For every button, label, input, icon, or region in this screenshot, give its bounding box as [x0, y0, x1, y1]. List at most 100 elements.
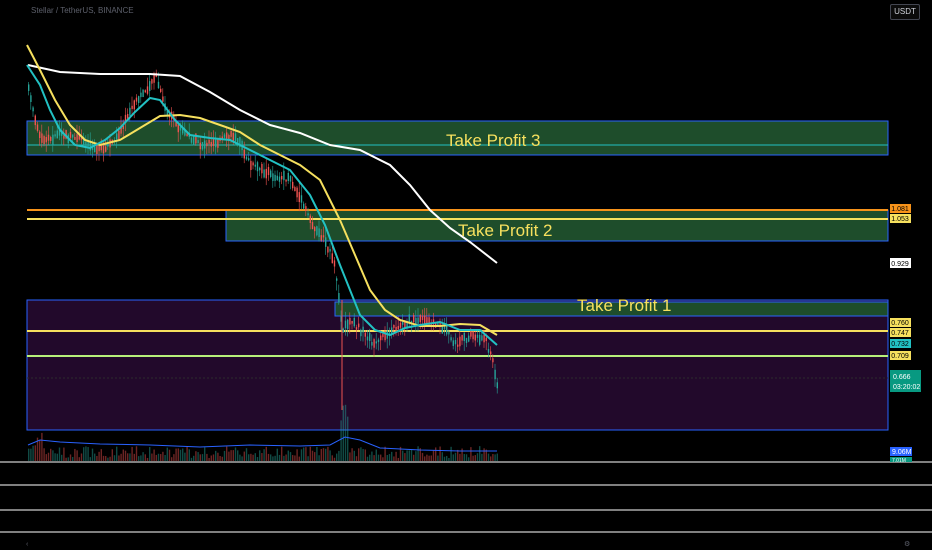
candle-body	[382, 333, 384, 338]
candle-body	[311, 222, 314, 230]
volume-bar	[296, 449, 298, 461]
volume-bar	[72, 456, 74, 461]
volume-bar	[311, 450, 314, 461]
volume-bar	[105, 456, 107, 461]
volume-bar	[69, 454, 72, 461]
volume-bar	[56, 453, 58, 461]
candle-body	[265, 168, 267, 179]
candle-body	[278, 176, 281, 182]
volume-bar	[457, 449, 459, 461]
volume-bar	[138, 456, 140, 461]
candle-body	[162, 96, 164, 102]
time-axis-settings-icon[interactable]: ⚙	[904, 540, 910, 548]
candle-body	[177, 124, 179, 133]
volume-bar	[193, 455, 195, 461]
volume-bar	[395, 451, 397, 461]
candle-body	[144, 90, 146, 93]
volume-bar	[61, 454, 63, 461]
volume-label-blue: 9.06M	[892, 449, 912, 456]
candle-body	[285, 179, 287, 182]
volume-bar	[241, 456, 243, 461]
volume-bar	[184, 452, 186, 461]
volume-bar	[96, 455, 98, 461]
candle-body	[74, 136, 76, 140]
candle-body	[105, 146, 107, 152]
candle-body	[149, 81, 151, 92]
candle-body	[41, 133, 43, 143]
candle-body	[373, 339, 375, 348]
volume-bar	[325, 448, 327, 461]
volume-bar	[116, 446, 118, 461]
symbol-title[interactable]: Stellar / TetherUS, BINANCE	[31, 6, 134, 15]
entry-purple-zone[interactable]	[26, 299, 889, 431]
candle-body	[199, 142, 201, 150]
volume-bar	[274, 455, 276, 461]
volume-bar	[234, 447, 237, 461]
volume-bar	[212, 454, 215, 461]
candle-body	[215, 139, 217, 148]
price-chart[interactable]: Take Profit 3 Take Profit 2 Take Profit …	[0, 0, 932, 550]
candle-body	[474, 334, 476, 341]
volume-bar	[164, 454, 166, 461]
candle-body	[270, 170, 272, 178]
candle-body	[47, 134, 50, 141]
price-label-ma-yellow: 0.760	[891, 320, 909, 327]
candle-body	[459, 336, 461, 347]
volume-bar	[494, 454, 496, 461]
volume-bar	[452, 454, 454, 461]
candle-body	[129, 107, 131, 116]
volume-bar	[421, 452, 424, 461]
volume-bar	[333, 457, 336, 461]
candle-body	[468, 335, 470, 342]
volume-bar	[263, 449, 265, 461]
price-axis[interactable]: 1.081 1.053 0.929 0.760 0.747 0.732 0.70…	[890, 204, 921, 464]
volume-bar	[223, 450, 226, 461]
volume-bar	[149, 447, 151, 461]
candle-body	[355, 327, 358, 330]
volume-bar	[100, 449, 102, 461]
volume-bar	[336, 453, 338, 461]
volume-bar	[347, 416, 349, 461]
candle-body	[234, 133, 237, 142]
candle-body	[426, 317, 428, 324]
time-axis[interactable]: ‹ ⚙	[26, 540, 910, 548]
candle-body	[336, 278, 338, 281]
volume-bar	[340, 420, 342, 461]
volume-bar	[426, 454, 428, 461]
volume-bar	[327, 446, 329, 461]
volume-bar	[47, 452, 50, 461]
volume-bar	[408, 450, 410, 461]
candle-body	[366, 336, 369, 341]
volume-bar	[39, 440, 41, 461]
volume-bar	[369, 454, 371, 461]
volume-bar	[338, 450, 340, 461]
moving-average-yellow	[26, 44, 498, 336]
volume-bar	[179, 449, 182, 461]
volume-bar	[102, 455, 105, 461]
volume-bar	[45, 454, 47, 461]
currency-badge[interactable]: USDT	[890, 4, 920, 20]
candle-body	[318, 228, 320, 237]
take-profit-3-label: Take Profit 3	[446, 131, 541, 150]
volume-bar	[232, 450, 234, 461]
volume-bar	[479, 446, 481, 461]
volume-bar	[50, 448, 52, 461]
candle-body	[232, 132, 234, 142]
volume-bar	[166, 447, 168, 461]
volume-bar	[435, 447, 437, 461]
volume-bar	[384, 446, 386, 461]
candle-body	[492, 358, 494, 363]
candle-body	[327, 246, 329, 253]
volume-bar	[219, 456, 221, 461]
candle-body	[448, 331, 450, 335]
candle-body	[494, 369, 496, 380]
candle-body	[283, 170, 285, 181]
volume-bar	[254, 453, 256, 461]
volume-bar	[76, 450, 78, 461]
volume-bar	[428, 455, 430, 461]
candle-body	[263, 169, 265, 178]
candle-body	[424, 315, 426, 325]
candle-body	[413, 315, 415, 323]
time-axis-scroll-left-icon[interactable]: ‹	[26, 541, 29, 548]
volume-bar	[120, 453, 122, 461]
